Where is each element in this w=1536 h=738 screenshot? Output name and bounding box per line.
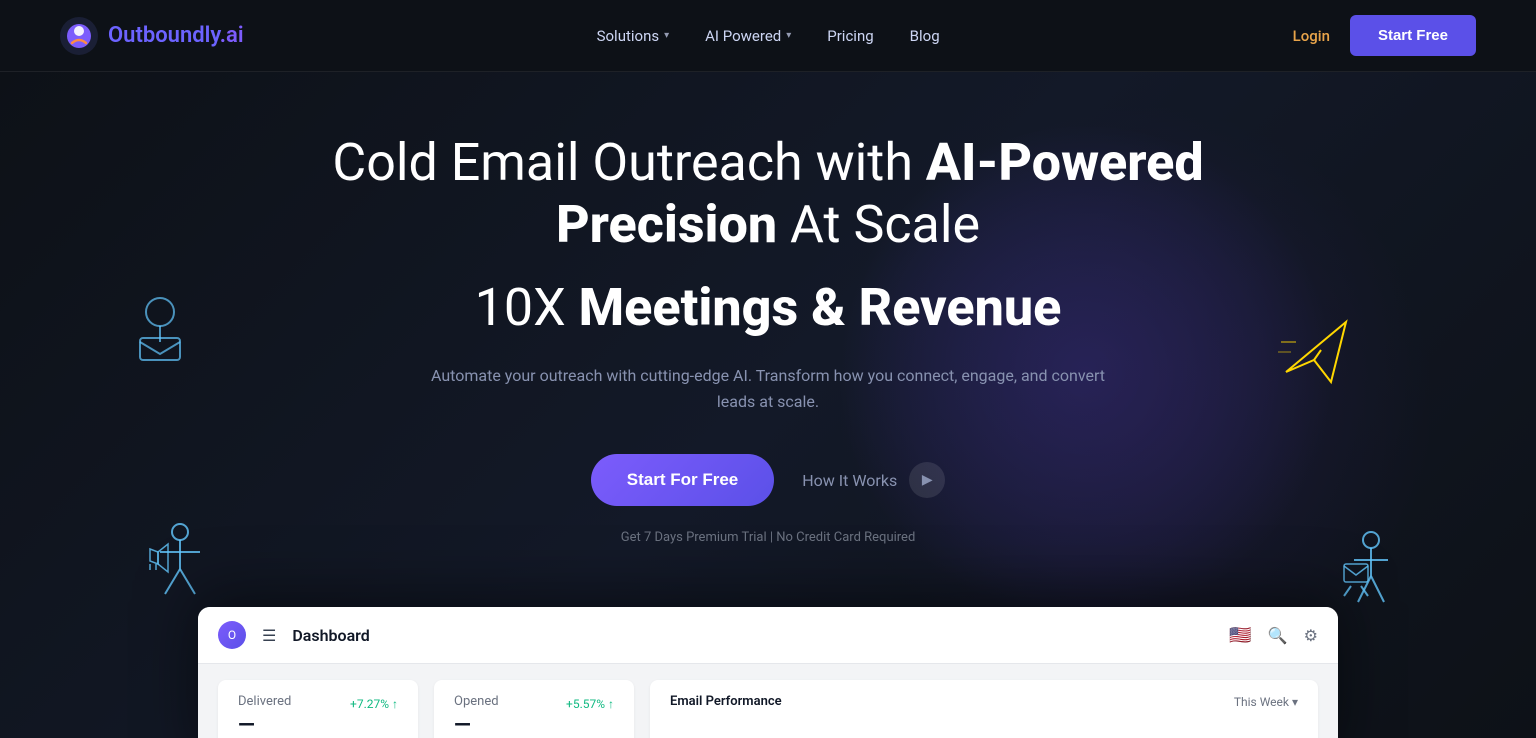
settings-icon[interactable]: ⚙ [1304, 626, 1318, 645]
delivered-card-header: Delivered +7.27% ↑ [238, 694, 398, 713]
nav-item-pricing[interactable]: Pricing [827, 27, 873, 45]
opened-badge: +5.57% ↑ [566, 697, 614, 711]
dashboard-body: Delivered +7.27% ↑ — Opened +5.57% ↑ — E… [198, 664, 1338, 738]
delivered-card: Delivered +7.27% ↑ — [218, 680, 418, 738]
dashboard-title-label: Dashboard [292, 626, 369, 645]
delivered-label: Delivered [238, 694, 291, 709]
play-icon: ▶ [909, 462, 945, 498]
hero-cta: Start For Free How It Works ▶ [288, 454, 1248, 506]
week-selector[interactable]: This Week ▾ [1234, 695, 1298, 709]
email-performance-card: Email Performance This Week ▾ [650, 680, 1318, 738]
chevron-down-icon: ▾ [664, 30, 669, 41]
opened-label: Opened [454, 694, 499, 709]
dashboard-titlebar: O ☰ Dashboard 🇺🇸 🔍 ⚙ [198, 607, 1338, 664]
menu-icon: ☰ [262, 626, 276, 645]
nav-links: Solutions ▾ AI Powered ▾ Pricing Blog [597, 27, 940, 45]
email-perf-header: Email Performance This Week ▾ [670, 694, 1298, 709]
login-link[interactable]: Login [1293, 27, 1330, 45]
deco-stickman-right [1316, 524, 1406, 618]
nav-item-blog[interactable]: Blog [910, 27, 940, 45]
flag-icon: 🇺🇸 [1229, 625, 1251, 646]
nav-right: Login Start Free [1293, 15, 1476, 56]
delivered-badge: +7.27% ↑ [350, 697, 398, 711]
opened-value: — [454, 713, 614, 738]
start-for-free-button[interactable]: Start For Free [591, 454, 774, 506]
deco-paper-plane [1276, 312, 1356, 396]
opened-card: Opened +5.57% ↑ — [434, 680, 634, 738]
dashboard-preview: O ☰ Dashboard 🇺🇸 🔍 ⚙ Delivered +7.27% ↑ … [198, 607, 1338, 738]
dashboard-title-left: O ☰ Dashboard [218, 621, 370, 649]
dash-logo: O [218, 621, 246, 649]
delivered-value: — [238, 713, 398, 738]
start-free-button[interactable]: Start Free [1350, 15, 1476, 56]
logo[interactable]: Outboundly.ai [60, 17, 244, 55]
how-it-works-link[interactable]: How It Works ▶ [802, 462, 945, 498]
hero-headline: Cold Email Outreach with AI-Powered Prec… [288, 132, 1248, 257]
deco-stickman-left [130, 514, 230, 618]
email-perf-label: Email Performance [670, 694, 782, 709]
hero-content: Cold Email Outreach with AI-Powered Prec… [288, 132, 1248, 545]
chevron-down-icon: ▾ [786, 30, 791, 41]
opened-card-header: Opened +5.57% ↑ [454, 694, 614, 713]
navbar: Outboundly.ai Solutions ▾ AI Powered ▾ P… [0, 0, 1536, 72]
dashboard-title-right: 🇺🇸 🔍 ⚙ [1229, 625, 1318, 646]
nav-item-solutions[interactable]: Solutions ▾ [597, 27, 670, 45]
hero-subheadline: 10X Meetings & Revenue [288, 277, 1248, 339]
deco-email-left [130, 292, 200, 366]
logo-text: Outboundly.ai [108, 23, 244, 48]
hero-description: Automate your outreach with cutting-edge… [418, 363, 1118, 414]
search-icon[interactable]: 🔍 [1268, 626, 1288, 645]
hero-trial-text: Get 7 Days Premium Trial | No Credit Car… [288, 530, 1248, 545]
hero-section: Cold Email Outreach with AI-Powered Prec… [0, 72, 1536, 738]
nav-item-ai-powered[interactable]: AI Powered ▾ [705, 27, 791, 45]
